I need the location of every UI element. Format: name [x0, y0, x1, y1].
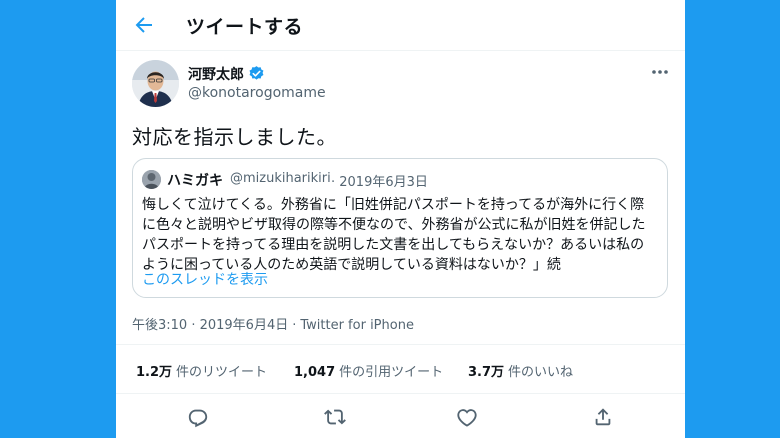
quote-text-line: 悔しくて泣けてくる。外務省に「旧姓併記パスポートを持ってるが海外に行く際: [142, 197, 645, 213]
header: ツイートする: [116, 0, 685, 51]
quote-text-line: パスポートを持ってる理由を説明した文書を出してもらえないか？あるいは私の: [142, 237, 645, 253]
likes-count: 3.7万: [468, 365, 505, 380]
author-name[interactable]: 河野太郎: [188, 64, 244, 84]
show-thread-link[interactable]: このスレッドを表示: [142, 269, 268, 289]
quote-date: · 2019年6月3日: [331, 175, 428, 190]
tweet-text: 対応を指示しました。: [132, 125, 337, 149]
quote-text-line: に色々と説明やビザ取得の際等不便なので、外務省が公式に私が旧姓を併記した: [142, 217, 646, 233]
verified-badge-icon: [248, 65, 265, 82]
tweet-panel: ツイートする 河野太郎 @konotarogomame 対応を指示しました。 ハ…: [116, 0, 685, 438]
quoted-tweet[interactable]: ハミガキ @mizukiharikiri · 2019年6月3日 悔しくて泣けて…: [132, 158, 668, 298]
meta-separator: ·: [292, 318, 297, 333]
retweets-count: 1.2万: [136, 365, 173, 380]
quote-text: 悔しくて泣けてくる。外務省に「旧姓併記パスポートを持ってるが海外に行く際 に色々…: [142, 195, 662, 275]
quotes-label: 件の引用ツイート: [339, 365, 444, 380]
retweets-label: 件のリツイート: [176, 365, 268, 380]
quote-author-handle: @mizukiharikiri: [230, 171, 331, 186]
more-options-icon[interactable]: [649, 64, 671, 80]
quote-author-name: ハミガキ: [167, 173, 223, 189]
page-title: ツイートする: [186, 16, 304, 38]
tweet-timestamp[interactable]: 午後3:10 · 2019年6月4日: [132, 318, 288, 333]
reply-icon[interactable]: [187, 406, 209, 428]
retweets-stat[interactable]: 1.2万 件のリツイート: [136, 361, 267, 380]
tweet-client[interactable]: Twitter for iPhone: [300, 318, 414, 333]
like-icon[interactable]: [456, 406, 478, 428]
share-icon[interactable]: [592, 406, 614, 428]
likes-label: 件のいいね: [508, 365, 574, 380]
action-bar: [116, 396, 685, 438]
engagement-stats: 1.2万 件のリツイート 1,047 件の引用ツイート 3.7万 件のいいね: [116, 344, 685, 394]
avatar[interactable]: [132, 60, 179, 107]
quote-avatar: [142, 170, 161, 189]
arrow-left-icon[interactable]: [132, 13, 156, 37]
quotes-stat[interactable]: 1,047 件の引用ツイート: [294, 361, 443, 380]
author-handle[interactable]: @konotarogomame: [188, 85, 326, 101]
tweet-meta: 午後3:10 · 2019年6月4日 · Twitter for iPhone: [132, 314, 414, 333]
likes-stat[interactable]: 3.7万 件のいいね: [468, 361, 573, 380]
quotes-count: 1,047: [294, 365, 336, 380]
retweet-icon[interactable]: [324, 406, 346, 428]
